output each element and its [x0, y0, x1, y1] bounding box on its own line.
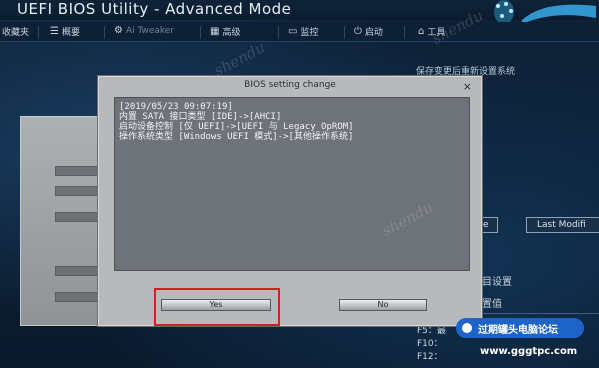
site-logo-icon — [460, 321, 474, 335]
menu-separator — [104, 26, 105, 39]
menu-separator — [344, 26, 345, 39]
right-text-line: 置值 — [482, 299, 502, 310]
monitor-icon: ▭ — [288, 26, 298, 37]
menu-separator — [200, 26, 201, 39]
tweak-icon: ⚙ — [114, 25, 123, 36]
menu-main[interactable]: ☰ 概要 — [50, 25, 80, 38]
menu-advanced[interactable]: ▦ 高级 — [210, 25, 240, 38]
log-entry: 操作系统类型 [Windows UEFI 模式]->[其他操作系统] — [119, 132, 354, 142]
log-entry: 内置 SATA 接口类型 [IDE]->[AHCI] — [119, 112, 282, 122]
advanced-icon: ▦ — [210, 26, 220, 37]
site-banner-text: 过期罐头电脑论坛 — [478, 324, 558, 336]
site-banner: 过期罐头电脑论坛 — [456, 318, 584, 338]
no-button[interactable]: No — [339, 299, 427, 311]
log-entry: 启动设备控制 [仅 UEFI]->[UEFI 与 Legacy OpROM] — [119, 122, 354, 132]
close-icon[interactable]: × — [463, 80, 472, 93]
menu-bar: 收藏夹 ☰ 概要 ⚙ Ai Tweaker ▦ 高级 ▭ 监控 ⏻ 启动 ⌂ 工… — [0, 22, 599, 42]
fkey-hint: F12： — [417, 352, 443, 362]
menu-ai-tweaker-label: Ai Tweaker — [125, 25, 175, 36]
log-timestamp: [2019/05/23 09:07:19] — [119, 102, 233, 112]
menu-favorites[interactable]: 收藏夹 — [2, 25, 29, 38]
menu-ai-tweaker[interactable]: ⚙ Ai Tweaker — [114, 25, 174, 36]
menu-separator — [278, 26, 279, 39]
top-bar: UEFI BIOS Utility - Advanced Mode — [0, 0, 599, 25]
menu-separator — [404, 26, 405, 39]
yes-highlight-box — [154, 288, 280, 326]
fkey-hint: F10： — [417, 339, 443, 349]
panel-slot — [55, 292, 102, 302]
menu-boot-label: 启动 — [364, 28, 383, 38]
change-log: [2019/05/23 09:07:19] 内置 SATA 接口类型 [IDE]… — [114, 97, 470, 271]
tool-icon: ⌂ — [418, 26, 425, 37]
panel-slot — [55, 166, 102, 176]
menu-monitor[interactable]: ▭ 监控 — [288, 25, 318, 38]
menu-favorites-label: 收藏夹 — [2, 28, 30, 38]
panel-slot — [55, 266, 102, 276]
window-title: UEFI BIOS Utility - Advanced Mode — [17, 0, 292, 18]
menu-separator — [38, 26, 39, 39]
menu-boot[interactable]: ⏻ 启动 — [354, 25, 383, 38]
right-text-line: 目设置 — [482, 277, 512, 288]
site-url: www.gggtpc.com — [480, 346, 578, 357]
grid-icon: ☰ — [50, 26, 59, 37]
panel-slot — [55, 212, 102, 222]
menu-monitor-label: 监控 — [300, 28, 319, 38]
menu-advanced-label: 高级 — [222, 28, 241, 38]
power-icon: ⏻ — [354, 26, 362, 37]
panel-slot — [55, 186, 102, 196]
dialog-title: BIOS setting change — [244, 80, 336, 90]
menu-main-label: 概要 — [61, 28, 80, 38]
last-modified-button[interactable]: Last Modifi — [526, 217, 599, 233]
